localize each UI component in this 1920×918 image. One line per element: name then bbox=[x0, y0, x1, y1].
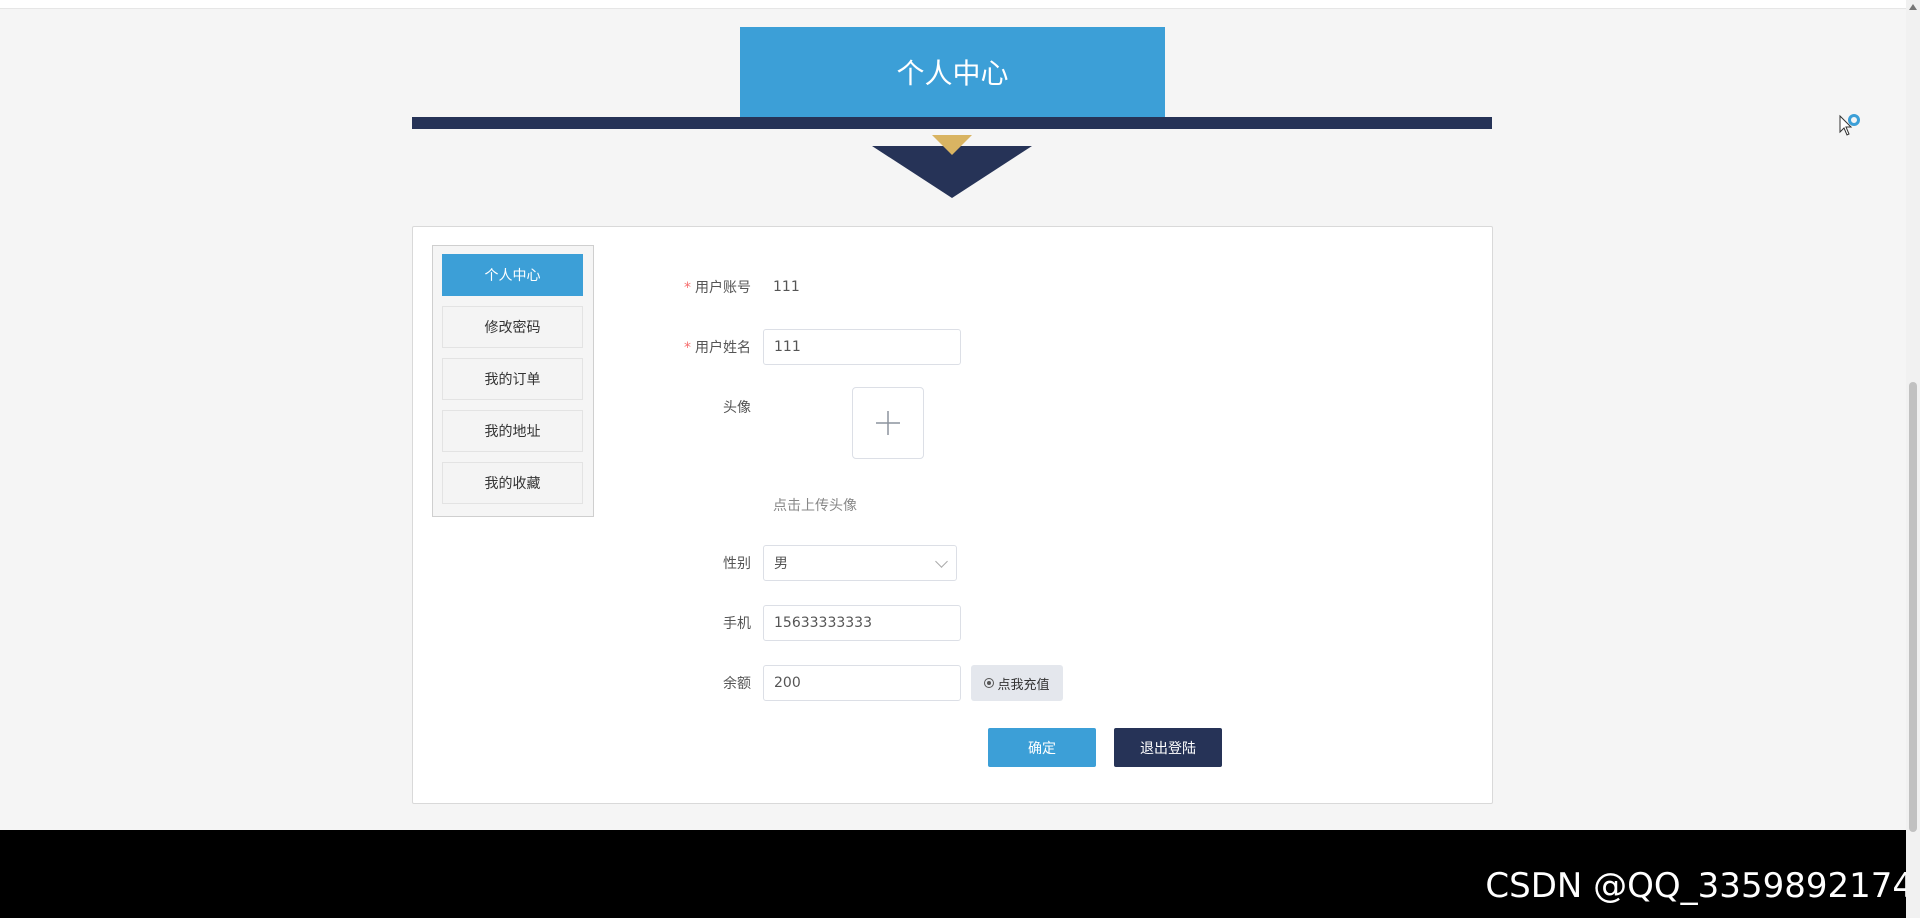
phone-row: 手机 bbox=[663, 605, 961, 641]
title-underline bbox=[412, 117, 1492, 129]
confirm-button[interactable]: 确定 bbox=[988, 728, 1096, 767]
account-value: 111 bbox=[773, 279, 800, 295]
avatar-row: 头像 bbox=[663, 389, 763, 425]
name-label: 用户姓名 bbox=[695, 340, 751, 356]
gender-value: 男 bbox=[774, 556, 788, 572]
avatar-upload-tip: 点击上传头像 bbox=[773, 498, 857, 514]
confirm-label: 确定 bbox=[1028, 740, 1056, 757]
name-row: * 用户姓名 bbox=[663, 329, 961, 365]
sidebar-item-label: 修改密码 bbox=[484, 320, 541, 336]
gender-select[interactable]: 男 bbox=[763, 545, 957, 581]
sidebar-item-profile[interactable]: 个人中心 bbox=[442, 254, 583, 296]
sidebar-item-change-password[interactable]: 修改密码 bbox=[442, 306, 583, 348]
logout-label: 退出登陆 bbox=[1140, 740, 1196, 757]
phone-label: 手机 bbox=[723, 616, 751, 632]
sidebar-item-label: 我的地址 bbox=[484, 424, 541, 440]
required-mark: * bbox=[684, 340, 691, 356]
profile-panel: 个人中心 修改密码 我的订单 我的地址 我的收藏 * 用户账号 111 * 用户姓名… bbox=[412, 226, 1493, 804]
sidebar-item-label: 我的订单 bbox=[484, 372, 541, 388]
sidebar-item-favorites[interactable]: 我的收藏 bbox=[442, 462, 583, 504]
footer-bar: CSDN @QQ_3359892174 bbox=[0, 830, 1920, 918]
name-input[interactable] bbox=[763, 329, 961, 365]
sidebar-item-address[interactable]: 我的地址 bbox=[442, 410, 583, 452]
top-bar bbox=[0, 0, 1920, 9]
gender-label: 性别 bbox=[723, 556, 751, 572]
phone-input[interactable] bbox=[763, 605, 961, 641]
recharge-button[interactable]: 点我充值 bbox=[971, 665, 1063, 701]
page-scrollbar[interactable] bbox=[1906, 0, 1920, 918]
required-mark: * bbox=[684, 280, 691, 296]
plus-icon bbox=[876, 411, 900, 435]
gender-row: 性别 男 bbox=[663, 545, 957, 581]
watermark-text: CSDN @QQ_3359892174 bbox=[1485, 866, 1914, 906]
scroll-up-icon[interactable] bbox=[1909, 4, 1917, 10]
sidebar-item-label: 我的收藏 bbox=[484, 476, 541, 492]
balance-row: 余额 点我充值 bbox=[663, 665, 1063, 701]
mouse-cursor-icon bbox=[1839, 114, 1860, 136]
chevron-down-icon bbox=[935, 554, 948, 568]
logout-button[interactable]: 退出登陆 bbox=[1114, 728, 1222, 767]
account-label: 用户账号 bbox=[695, 280, 751, 296]
account-row: * 用户账号 111 bbox=[663, 269, 800, 305]
sidebar-item-orders[interactable]: 我的订单 bbox=[442, 358, 583, 400]
sidebar-menu: 个人中心 修改密码 我的订单 我的地址 我的收藏 bbox=[432, 245, 594, 517]
sidebar-item-label: 个人中心 bbox=[484, 268, 541, 284]
balance-label: 余额 bbox=[723, 676, 751, 692]
decor-triangle-gold bbox=[932, 135, 972, 155]
scrollbar-thumb[interactable] bbox=[1909, 382, 1917, 832]
page-title: 个人中心 bbox=[896, 57, 1009, 90]
avatar-upload-button[interactable] bbox=[852, 387, 924, 459]
page-title-box: 个人中心 bbox=[740, 27, 1165, 117]
avatar-label: 头像 bbox=[723, 400, 751, 416]
radio-dot-icon bbox=[984, 678, 995, 688]
balance-input[interactable] bbox=[763, 665, 961, 701]
recharge-label: 点我充值 bbox=[997, 677, 1050, 693]
